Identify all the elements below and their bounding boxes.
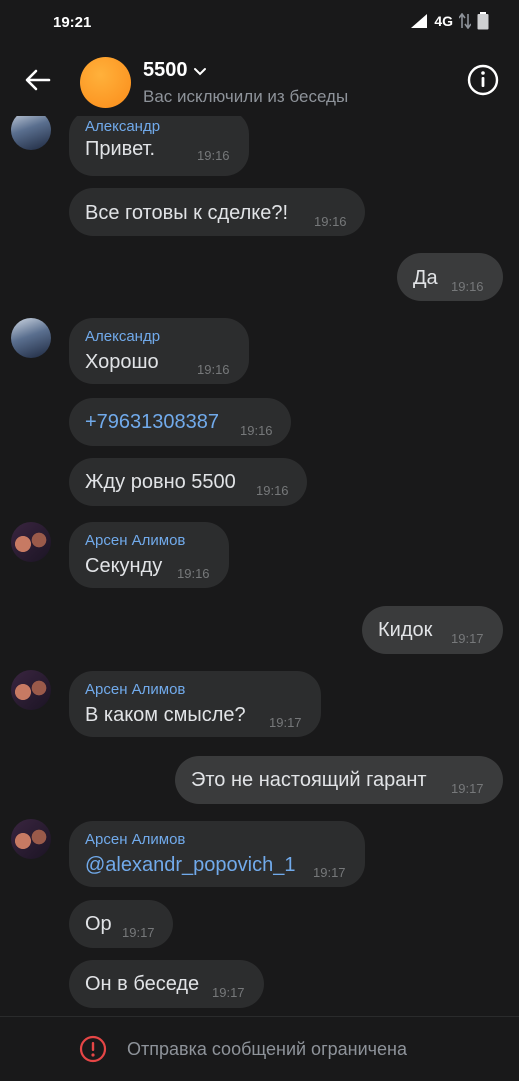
message-time: 19:16 [197, 148, 230, 163]
sender-avatar[interactable] [11, 819, 51, 859]
message-text: Он в беседе [85, 973, 200, 995]
message-time: 19:16 [451, 279, 484, 294]
status-time: 19:21 [53, 14, 92, 31]
chat-title: 5500 [143, 59, 188, 81]
status-indicators: 4G [410, 12, 489, 30]
message-bubble[interactable]: Арсен Алимов @alexandr_popovich_1 19:17 [69, 821, 365, 887]
message-text: Жду ровно 5500 [85, 471, 236, 493]
message-bubble[interactable]: Жду ровно 5500 19:16 [69, 458, 307, 506]
message-time: 19:16 [314, 214, 347, 229]
message-time: 19:17 [451, 631, 484, 646]
signal-icon [411, 14, 428, 28]
status-bar: 19:21 4G [0, 0, 519, 44]
message-time: 19:16 [197, 362, 230, 377]
message-time: 19:17 [313, 865, 346, 880]
chat-title-button[interactable]: 5500 [143, 59, 208, 82]
message-time: 19:17 [212, 985, 245, 1000]
mention-link[interactable]: @alexandr_popovich_1 [85, 854, 295, 877]
message-time: 19:17 [122, 925, 155, 940]
message-time: 19:17 [451, 781, 484, 796]
message-bubble[interactable]: Арсен Алимов Секунду 19:16 [69, 522, 229, 588]
message-time: 19:16 [177, 566, 210, 581]
sender-avatar[interactable] [11, 116, 51, 150]
warning-icon [79, 1035, 107, 1063]
sender-name: Александр [85, 328, 161, 345]
restriction-text: Отправка сообщений ограничена [127, 1039, 407, 1059]
message-text: Привет. [85, 138, 156, 160]
chevron-down-icon [193, 67, 206, 75]
sender-name: Александр [85, 118, 161, 135]
message-text: В каком смысле? [85, 704, 246, 726]
sender-avatar[interactable] [11, 522, 51, 562]
message-text: Секунду [85, 555, 163, 577]
sender-avatar[interactable] [11, 318, 51, 358]
message-text: Кидок [378, 619, 433, 641]
message-list[interactable]: Александр Привет. 19:16 Все готовы к сде… [0, 116, 519, 1016]
message-text: Все готовы к сделке?! [85, 202, 289, 224]
sender-avatar[interactable] [11, 670, 51, 710]
chat-avatar[interactable] [80, 57, 131, 108]
message-bubble-outgoing[interactable]: Это не настоящий гарант 19:17 [175, 756, 503, 804]
chat-subtitle: Вас исключили из беседы [143, 87, 349, 106]
message-bubble[interactable]: Он в беседе 19:17 [69, 960, 264, 1008]
sender-name: Арсен Алимов [85, 831, 186, 848]
phone-link[interactable]: +79631308387 [85, 411, 219, 434]
message-time: 19:16 [240, 423, 273, 438]
message-bubble-outgoing[interactable]: Кидок 19:17 [362, 606, 503, 654]
sender-name: Арсен Алимов [85, 532, 186, 549]
message-bubble[interactable]: Александр Хорошо 19:16 [69, 318, 249, 384]
battery-icon [477, 12, 489, 30]
composer-restricted-bar: Отправка сообщений ограничена [0, 1016, 519, 1081]
message-time: 19:16 [256, 483, 289, 498]
network-type: 4G [434, 13, 453, 29]
message-bubble[interactable]: Все готовы к сделке?! 19:16 [69, 188, 365, 236]
message-bubble[interactable]: +79631308387 19:16 [69, 398, 291, 446]
back-arrow-icon[interactable] [22, 64, 54, 96]
chat-header: 5500 Вас исключили из беседы [0, 44, 519, 116]
info-icon[interactable] [467, 64, 499, 96]
data-arrows-icon [459, 13, 471, 29]
message-bubble[interactable]: Ор 19:17 [69, 900, 173, 948]
message-text: Да [413, 267, 438, 289]
message-text: Хорошо [85, 351, 159, 373]
sender-name: Арсен Алимов [85, 681, 186, 698]
message-bubble-outgoing[interactable]: Да 19:16 [397, 253, 503, 301]
message-bubble[interactable]: Арсен Алимов В каком смысле? 19:17 [69, 671, 321, 737]
message-text: Ор [85, 913, 112, 935]
message-time: 19:17 [269, 715, 302, 730]
message-text: Это не настоящий гарант [191, 769, 427, 791]
message-bubble[interactable]: Александр Привет. 19:16 [69, 116, 249, 176]
